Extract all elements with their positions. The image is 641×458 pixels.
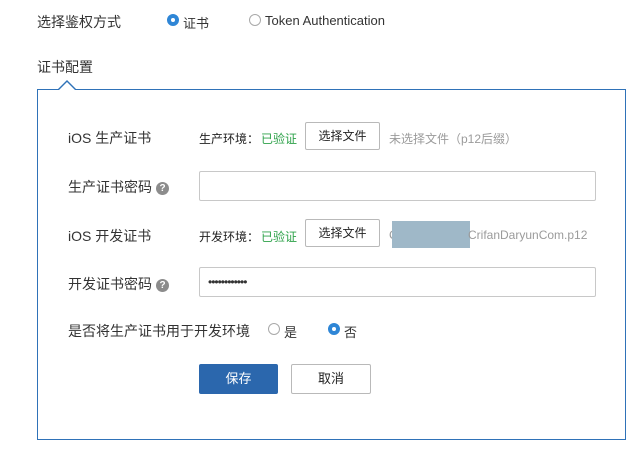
prod-choose-file-button[interactable]: 选择文件 xyxy=(305,122,380,150)
use-prod-for-dev-label: 是否将生产证书用于开发环境 xyxy=(68,323,250,339)
prod-env-label: 生产环境： xyxy=(199,132,260,146)
redacted-block xyxy=(392,221,470,248)
use-prod-yes-label[interactable]: 是 xyxy=(284,322,297,341)
use-prod-yes-radio[interactable] xyxy=(268,323,280,335)
help-icon[interactable]: ? xyxy=(156,278,169,292)
ios-dev-cert-label: iOS 开发证书 xyxy=(68,228,152,244)
dev-verified-status: 已验证 xyxy=(261,230,298,244)
cancel-button[interactable]: 取消 xyxy=(291,364,371,394)
dev-choose-file-button[interactable]: 选择文件 xyxy=(305,219,380,247)
auth-method-label: 选择鉴权方式 xyxy=(37,14,121,30)
auth-cert-radio[interactable] xyxy=(167,14,179,26)
dev-password-label-group: 开发证书密码? xyxy=(68,274,169,294)
prod-password-label-group: 生产证书密码? xyxy=(68,177,169,197)
prod-file-status: 未选择文件（p12后缀） xyxy=(389,132,518,146)
auth-token-radio[interactable] xyxy=(249,14,261,26)
prod-verified-status: 已验证 xyxy=(261,132,298,146)
ios-prod-cert-label: iOS 生产证书 xyxy=(68,130,152,146)
cert-config-title: 证书配置 xyxy=(37,59,93,75)
dev-env-label: 开发环境： xyxy=(199,230,260,244)
save-button[interactable]: 保存 xyxy=(199,364,278,394)
prod-password-input[interactable] xyxy=(199,171,596,201)
dev-file-name-suffix: CrifanDaryunCom.p12 xyxy=(468,228,588,242)
use-prod-no-label[interactable]: 否 xyxy=(344,322,357,341)
dev-password-input[interactable]: •••••••••••• xyxy=(199,267,596,297)
use-prod-no-radio[interactable] xyxy=(328,323,340,335)
help-icon[interactable]: ? xyxy=(156,181,169,195)
dev-password-label: 开发证书密码 xyxy=(68,276,152,292)
auth-token-label[interactable]: Token Authentication xyxy=(265,13,385,28)
prod-password-label: 生产证书密码 xyxy=(68,179,152,195)
auth-cert-label[interactable]: 证书 xyxy=(183,13,209,32)
